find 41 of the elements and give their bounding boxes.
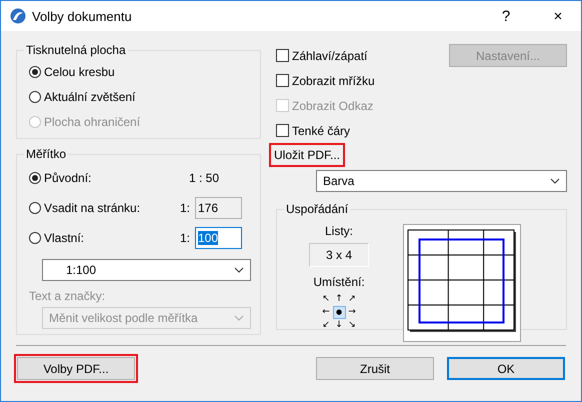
scale-field[interactable]: 176 [195,197,242,219]
cancel-button[interactable]: Zrušit [316,357,434,380]
window-title: Volby dokumentu [32,8,133,24]
color-dropdown[interactable]: Barva [316,170,567,192]
scale-reading: 1 : 50 [189,171,220,185]
ok-button[interactable]: OK [447,357,565,380]
checkbox[interactable]: Zobrazit mřížku [276,74,375,88]
field-label: Text a značky: [29,289,106,303]
sheets-count: 3 x 4 [309,243,369,267]
checkbox[interactable]: Tenké čáry [276,124,350,138]
field-label: Umístění: [313,275,365,289]
field-label: Listy: [324,224,353,238]
group-title: Tisknutelná plocha [25,43,127,57]
radio-button[interactable]: Aktuální zvětšení [29,90,136,104]
chevron-down-icon [550,178,560,184]
radio-button[interactable]: Vsadit na stránku: [29,201,140,215]
placement-button[interactable]: → [346,306,358,319]
placement-button[interactable]: ↘ [346,319,358,332]
placement-button[interactable]: ↙ [320,319,332,332]
radio-button[interactable]: Vlastní: [29,231,84,245]
scale-prefix: 1: [180,201,190,215]
help-button[interactable]: ? [483,1,529,31]
scale-prefix: 1: [180,231,190,245]
checkbox[interactable]: Záhlaví/zápatí [276,48,368,62]
radio-button[interactable]: Celou kresbu [29,64,115,78]
placement-button[interactable]: ← [320,306,332,319]
chevron-down-icon [234,267,244,273]
group-title: Uspořádání [285,202,350,216]
group-title: Měřítko [25,147,68,161]
section-label: Uložit PDF... [271,145,344,165]
radio-button[interactable]: Původní: [29,171,92,185]
scale-field[interactable]: 100 [195,227,242,249]
scale-dropdown[interactable]: 1:100 [42,259,251,281]
placement-button[interactable]: ↓ [332,319,346,332]
pdf-options-button[interactable]: Volby PDF... [17,357,135,380]
app-logo-icon [10,8,26,24]
chevron-down-icon [234,315,244,321]
placement-button[interactable]: ↗ [346,293,358,306]
close-button[interactable]: × [535,1,581,31]
placement-button[interactable]: ↖ [320,293,332,306]
placement-button[interactable]: ↑ [332,293,346,306]
